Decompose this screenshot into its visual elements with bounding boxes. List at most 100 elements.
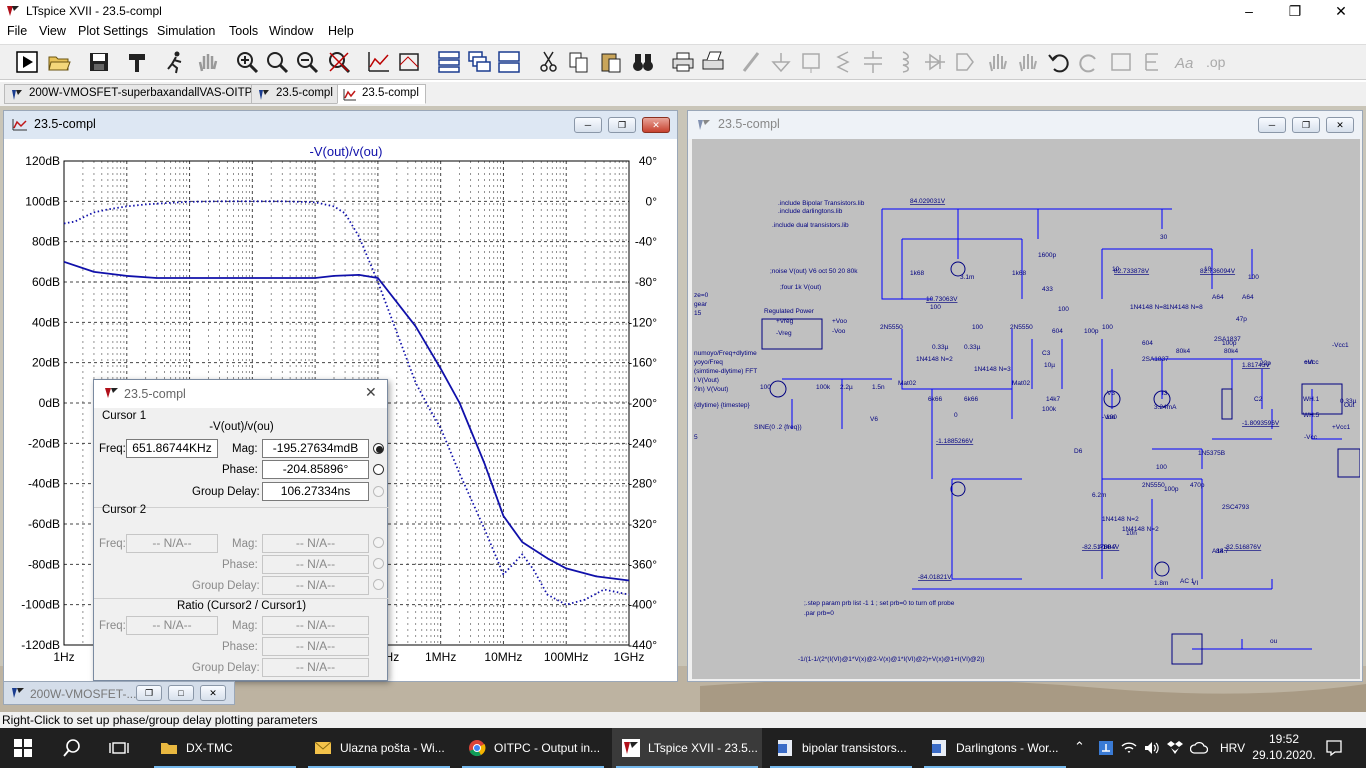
close-icon[interactable]: ✕ bbox=[642, 117, 670, 133]
menu-window[interactable]: Window bbox=[269, 24, 313, 38]
restore-icon[interactable]: ❐ bbox=[1292, 117, 1320, 133]
pan-hand-icon[interactable] bbox=[194, 49, 220, 75]
cascade-windows-icon[interactable] bbox=[466, 49, 492, 75]
trace-label[interactable]: -V(out)/v(ou) bbox=[310, 144, 383, 159]
restore-icon[interactable]: ❐ bbox=[608, 117, 636, 133]
print-icon[interactable] bbox=[670, 49, 696, 75]
copy-icon[interactable] bbox=[566, 49, 592, 75]
schematic-directive[interactable]: -1/(1-1/(2*(I(VI)@1*V(x)@2-V(x)@1*I(VI)@… bbox=[798, 656, 985, 663]
dropbox-icon[interactable] bbox=[1166, 739, 1184, 757]
cut-scissors-icon[interactable] bbox=[536, 49, 562, 75]
run-icon[interactable] bbox=[14, 49, 40, 75]
schematic-directive[interactable]: ;noise V(out) V6 oct 50 20 80k bbox=[770, 268, 858, 275]
schematic-directive[interactable]: .par prb=0 bbox=[804, 610, 834, 617]
component-label: 1N4148 N=8 bbox=[1166, 304, 1203, 311]
minimize-icon[interactable]: ─ bbox=[1258, 117, 1286, 133]
taskbar-item-mail[interactable]: Ulazna pošta - Wi... bbox=[304, 728, 454, 768]
print-setup-icon[interactable] bbox=[700, 49, 726, 75]
windows-start-icon[interactable] bbox=[14, 739, 32, 757]
schematic-directive[interactable]: l V(Vout) bbox=[694, 377, 719, 384]
zoom-out-icon[interactable] bbox=[294, 49, 320, 75]
schematic-canvas[interactable]: .include Bipolar Transistors.lib.include… bbox=[692, 139, 1360, 679]
minimize-icon[interactable]: ─ bbox=[574, 117, 602, 133]
notifications-icon[interactable] bbox=[1325, 739, 1343, 757]
taskbar-item-ltspice[interactable]: LTspice XVII - 23.5... bbox=[612, 728, 762, 768]
schematic-directive[interactable]: .include darlingtons.lib bbox=[778, 208, 843, 215]
schematic-directive[interactable]: .include dual transistors.lib bbox=[772, 222, 849, 229]
schematic-directive[interactable]: SINE(0 .2 {freq}) bbox=[754, 424, 802, 431]
menu-tools[interactable]: Tools bbox=[229, 24, 258, 38]
ratio-mag-field: -- N/A-- bbox=[262, 616, 369, 635]
network-icon[interactable] bbox=[1097, 739, 1115, 757]
taskbar-item-dx-tmc[interactable]: DX-TMC bbox=[150, 728, 300, 768]
schematic-directive[interactable]: -Vreg bbox=[776, 330, 792, 337]
manual-limits-icon[interactable] bbox=[396, 49, 422, 75]
close-icon[interactable]: ✕ bbox=[1326, 117, 1354, 133]
minimized-schematic-window[interactable]: 200W-VMOSFET-... ❐ □ ✕ bbox=[3, 681, 235, 705]
halt-run-icon[interactable] bbox=[162, 49, 188, 75]
zoom-in-icon[interactable] bbox=[234, 49, 260, 75]
menu-view[interactable]: View bbox=[39, 24, 66, 38]
schematic-directive[interactable]: numoyo/Freq+dlytime bbox=[694, 350, 757, 357]
zoom-fit-icon[interactable] bbox=[326, 49, 352, 75]
close-window-button[interactable]: ✕ bbox=[1318, 0, 1364, 22]
paste-icon[interactable] bbox=[598, 49, 624, 75]
tab-schematic-200w[interactable]: 200W-VMOSFET-superbaxandallVAS-OITPC bbox=[4, 84, 268, 104]
maximize-window-button[interactable]: ❐ bbox=[1272, 0, 1318, 22]
cursor1-group-delay-radio[interactable] bbox=[373, 486, 384, 497]
control-panel-hammer-icon[interactable] bbox=[124, 49, 150, 75]
task-view-icon[interactable] bbox=[109, 738, 129, 758]
tab-schematic-23-5[interactable]: 23.5-compl bbox=[251, 84, 340, 104]
tile-horizontal-icon[interactable] bbox=[436, 49, 462, 75]
close-icon[interactable]: ✕ bbox=[365, 384, 377, 401]
schematic-directive[interactable]: .include Bipolar Transistors.lib bbox=[778, 200, 865, 207]
schematic-directive[interactable]: ze=0 bbox=[694, 292, 709, 299]
tile-vertical-icon[interactable] bbox=[496, 49, 522, 75]
menu-file[interactable]: File bbox=[7, 24, 27, 38]
save-icon[interactable] bbox=[86, 49, 112, 75]
menu-plot-settings[interactable]: Plot Settings bbox=[78, 24, 148, 38]
chevron-up-icon[interactable]: ⌃ bbox=[1074, 739, 1085, 755]
wifi-icon[interactable] bbox=[1120, 739, 1138, 757]
menu-simulation[interactable]: Simulation bbox=[157, 24, 215, 38]
tab-waveform-23-5[interactable]: 23.5-compl bbox=[337, 84, 426, 104]
zoom-area-icon[interactable] bbox=[264, 49, 290, 75]
minimized-window-title: 200W-VMOSFET-... bbox=[30, 687, 137, 701]
component-label: 1N4148 N=2 bbox=[916, 356, 953, 363]
component-label: 1.8m bbox=[1154, 580, 1168, 587]
schematic-directive[interactable]: +Vreg bbox=[776, 318, 794, 325]
restore-icon[interactable]: ❐ bbox=[136, 685, 162, 701]
volume-icon[interactable] bbox=[1143, 739, 1161, 757]
menu-help[interactable]: Help bbox=[328, 24, 354, 38]
schematic-directive[interactable]: {dlytime} {timestep} bbox=[694, 402, 750, 409]
schematic-directive[interactable]: ;.step param prb list -1 1 ; set prb=0 t… bbox=[804, 600, 955, 607]
schematic-directive[interactable]: Regulated Power bbox=[764, 308, 815, 315]
cursor1-mag-radio[interactable] bbox=[373, 443, 384, 454]
schematic-directive[interactable]: yoyo/Freq bbox=[694, 359, 723, 366]
schematic-directive[interactable]: 5 bbox=[694, 434, 698, 441]
taskbar-item-bipolar-transistors[interactable]: bipolar transistors... bbox=[766, 728, 916, 768]
schematic-directive[interactable]: (simtime-dlytime) FFT bbox=[694, 368, 757, 375]
cloud-icon[interactable] bbox=[1189, 739, 1209, 757]
maximize-icon[interactable]: □ bbox=[168, 685, 194, 701]
autorange-icon[interactable] bbox=[366, 49, 392, 75]
schematic-directive[interactable]: -Voo bbox=[832, 328, 846, 335]
undo-icon[interactable] bbox=[1046, 49, 1072, 75]
clock-date[interactable]: 29.10.2020. bbox=[1251, 748, 1317, 762]
language-indicator[interactable]: HRV bbox=[1220, 741, 1245, 755]
find-binoculars-icon[interactable] bbox=[630, 49, 656, 75]
taskbar-item-chrome[interactable]: OITPC - Output in... bbox=[458, 728, 608, 768]
clock-time[interactable]: 19:52 bbox=[1256, 732, 1312, 746]
schematic-directive[interactable]: ?in) V(Vout) bbox=[694, 386, 728, 393]
taskbar-item-darlingtons[interactable]: Darlingtons - Wor... bbox=[920, 728, 1070, 768]
minimize-window-button[interactable]: – bbox=[1226, 0, 1272, 22]
schematic-directive[interactable]: ;four 1k V(out) bbox=[780, 284, 821, 291]
open-folder-icon[interactable] bbox=[46, 49, 72, 75]
schematic-directive[interactable]: 15 bbox=[694, 310, 702, 317]
close-icon[interactable]: ✕ bbox=[200, 685, 226, 701]
schematic-directive[interactable]: gear bbox=[694, 301, 708, 308]
cursor1-freq-field[interactable]: 651.86744KHz bbox=[126, 439, 218, 458]
cursor1-phase-radio[interactable] bbox=[373, 464, 384, 475]
schematic-directive[interactable]: +Voo bbox=[832, 318, 847, 325]
search-icon[interactable] bbox=[62, 738, 82, 758]
